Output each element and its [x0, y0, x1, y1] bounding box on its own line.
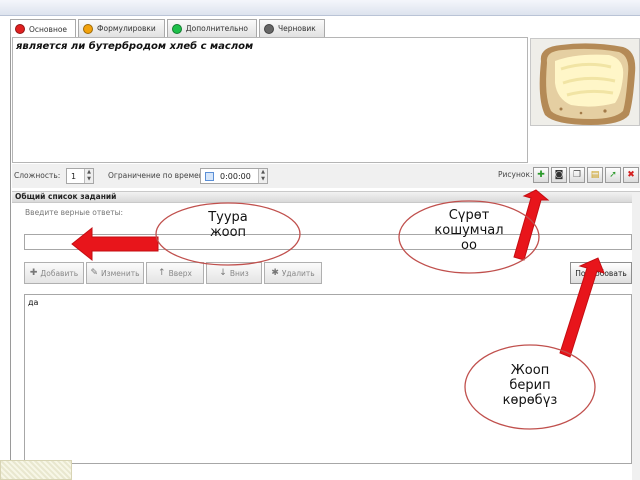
window-title-bar [0, 0, 640, 16]
question-text: является ли бутербродом хлеб с маслом [16, 41, 254, 52]
tab-draft-status-icon [264, 23, 274, 34]
calendar-icon[interactable] [205, 171, 214, 181]
time-limit-label: Ограничение по времени: [108, 171, 212, 180]
section-header[interactable]: Общий список заданий [12, 191, 640, 203]
tab-additional-label: Дополнительно [185, 24, 248, 33]
move-down-button[interactable]: ↓ Вниз [206, 262, 262, 284]
try-button[interactable]: Попробовать [570, 262, 632, 284]
add-picture-icon[interactable]: ✚ [533, 167, 549, 183]
delete-star-icon: ✱ [271, 268, 279, 278]
tab-main-status-icon [15, 24, 25, 34]
tab-formulations-status-icon [83, 23, 94, 34]
tab-bar: Основное Формулировки Дополнительно Черн… [10, 19, 327, 38]
delete-icon[interactable]: ✖ [623, 167, 639, 183]
tab-draft[interactable]: Черновик [259, 19, 325, 37]
tab-additional-status-icon [171, 23, 182, 34]
callout-line: берип [509, 378, 551, 393]
add-answer-button[interactable]: ✚ Добавить [24, 262, 84, 284]
add-icon: ✚ [29, 268, 38, 278]
paste-icon[interactable]: ▤ [587, 167, 603, 183]
time-limit-value: 0:00:00 [220, 171, 251, 181]
tab-formulations-label: Формулировки [97, 24, 156, 33]
edit-answer-button[interactable]: ✎ Изменить [86, 262, 144, 284]
pictures-label: Рисунок: [498, 170, 533, 179]
move-up-button[interactable]: ↑ Вверх [146, 262, 204, 284]
edit-icon: ✎ [90, 268, 99, 278]
callout-line: Туура [208, 210, 248, 225]
callout-correct-answer-text: Туура жооп [178, 210, 278, 240]
callout-line: оо [461, 238, 477, 253]
callout-line: Сүрөт [448, 208, 490, 223]
delete-answer-button[interactable]: ✱ Удалить [264, 262, 322, 284]
time-spin-icon[interactable]: ▲ ▼ [258, 169, 267, 183]
difficulty-label: Сложность: [14, 171, 61, 180]
callout-add-picture-text: Сүрөт кошумчал оо [419, 208, 519, 253]
export-icon[interactable]: ➚ [605, 167, 621, 183]
tab-draft-label: Черновик [278, 24, 316, 33]
arrow-down-icon: ↓ [219, 268, 227, 278]
answers-label: Введите верные ответы: [25, 208, 124, 217]
left-border [10, 37, 11, 480]
callout-try-answer-text: Жооп берип көрөбүз [480, 363, 580, 408]
arrow-up-icon: ↑ [158, 268, 166, 278]
move-down-label: Вниз [229, 268, 249, 278]
move-up-label: Вверх [168, 268, 192, 278]
callout-line: кошумчал [434, 223, 504, 238]
tab-additional[interactable]: Дополнительно [166, 19, 257, 37]
add-answer-label: Добавить [40, 268, 79, 278]
question-editor[interactable]: является ли бутербродом хлеб с маслом [12, 37, 528, 163]
camera-icon[interactable]: ◙ [551, 167, 567, 183]
tab-main[interactable]: Основное [10, 19, 77, 38]
difficulty-spin-icon[interactable]: ▲ ▼ [84, 169, 93, 183]
scrollbar[interactable] [632, 192, 640, 480]
callout-line: Жооп [510, 363, 550, 378]
status-corner [0, 460, 72, 480]
delete-answer-label: Удалить [281, 268, 315, 278]
tab-main-label: Основное [29, 24, 68, 34]
callout-line: көрөбүз [502, 393, 558, 408]
bread-with-butter-image [531, 39, 639, 125]
copy-icon[interactable]: ❐ [569, 167, 585, 183]
difficulty-value: 1 [71, 171, 77, 181]
time-limit-stepper[interactable]: 0:00:00 ▲ ▼ [200, 168, 268, 184]
answer-input[interactable] [24, 234, 632, 250]
question-picture [530, 38, 640, 126]
difficulty-stepper[interactable]: 1 ▲ ▼ [66, 168, 94, 184]
edit-answer-label: Изменить [101, 268, 140, 278]
callout-line: жооп [209, 225, 247, 240]
list-item[interactable]: да [28, 298, 38, 307]
tab-formulations[interactable]: Формулировки [78, 19, 165, 37]
